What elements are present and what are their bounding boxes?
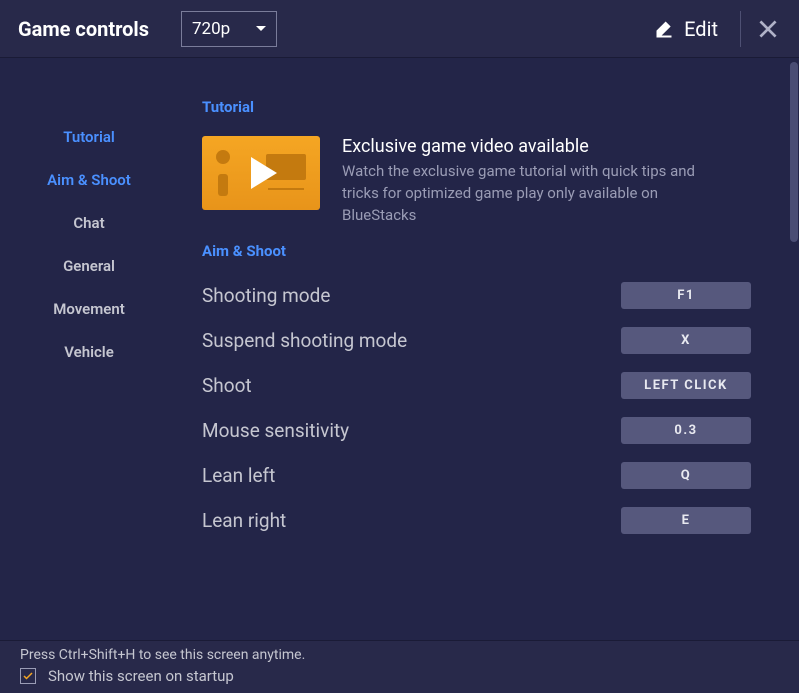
sidebar-item-vehicle[interactable]: Vehicle [0,331,178,374]
sidebar-item-aim-shoot[interactable]: Aim & Shoot [0,159,178,202]
tutorial-video-thumb[interactable] [202,136,320,210]
tutorial-text: Exclusive game video available Watch the… [342,136,722,226]
play-icon [251,157,277,189]
startup-checkbox[interactable] [20,668,36,684]
key-badge[interactable]: X [621,327,751,354]
tutorial-description: Watch the exclusive game tutorial with q… [342,161,722,226]
body: Tutorial Aim & Shoot Chat General Moveme… [0,58,799,640]
check-icon [22,670,34,682]
footer-hint: Press Ctrl+Shift+H to see this screen an… [20,647,779,663]
binding-label: Suspend shooting mode [202,329,407,352]
footer: Press Ctrl+Shift+H to see this screen an… [0,640,799,693]
binding-label: Mouse sensitivity [202,419,349,442]
tutorial-block: Exclusive game video available Watch the… [202,136,775,226]
pencil-icon [654,19,674,39]
scrollbar[interactable] [789,58,799,640]
sidebar-item-tutorial[interactable]: Tutorial [0,116,178,159]
divider [740,11,741,47]
page-title: Game controls [18,17,149,41]
content-pane: Tutorial Exclusive game video available … [178,58,799,640]
startup-checkbox-label: Show this screen on startup [48,667,234,685]
sidebar-item-general[interactable]: General [0,245,178,288]
binding-label: Shoot [202,374,252,397]
binding-label: Shooting mode [202,284,330,307]
chevron-down-icon [256,26,266,31]
binding-row: Suspend shooting mode X [202,327,775,354]
key-badge[interactable]: E [621,507,751,534]
scrollbar-thumb[interactable] [790,62,798,242]
close-icon [755,16,781,42]
section-header-tutorial: Tutorial [202,98,775,116]
key-badge[interactable]: 0.3 [621,417,751,444]
binding-row: Lean left Q [202,462,775,489]
binding-label: Lean left [202,464,275,487]
close-button[interactable] [755,16,781,42]
tutorial-title: Exclusive game video available [342,136,722,157]
edit-label: Edit [684,17,718,41]
sidebar-item-chat[interactable]: Chat [0,202,178,245]
section-header-aim-shoot: Aim & Shoot [202,242,775,260]
sidebar-item-movement[interactable]: Movement [0,288,178,331]
sidebar: Tutorial Aim & Shoot Chat General Moveme… [0,58,178,640]
key-badge[interactable]: LEFT CLICK [621,372,751,399]
edit-button[interactable]: Edit [646,17,726,41]
binding-row: Mouse sensitivity 0.3 [202,417,775,444]
binding-row: Shoot LEFT CLICK [202,372,775,399]
header: Game controls 720p Edit [0,0,799,58]
key-badge[interactable]: F1 [621,282,751,309]
binding-label: Lean right [202,509,286,532]
resolution-dropdown[interactable]: 720p [181,11,277,47]
startup-checkbox-row: Show this screen on startup [20,667,779,685]
binding-row: Shooting mode F1 [202,282,775,309]
key-badge[interactable]: Q [621,462,751,489]
binding-row: Lean right E [202,507,775,534]
resolution-value: 720p [192,19,230,39]
